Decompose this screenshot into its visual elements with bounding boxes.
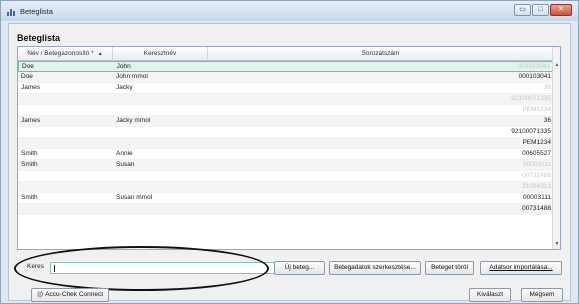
cell-serial: 000103041 <box>518 73 551 80</box>
cell-lastname: Doe <box>21 73 33 80</box>
table-body: Doe John 000103041 Doe John mmol 000103041 Jam… <box>18 61 553 249</box>
cell-lastname <box>18 138 113 149</box>
table-row[interactable]: 00731488 <box>18 204 553 215</box>
scroll-up-arrow-icon[interactable]: ▲ <box>553 61 561 70</box>
table-row[interactable]: James Jacky 36 <box>18 83 553 94</box>
cell-serial: 00003111 <box>523 161 551 168</box>
column-header-firstname[interactable]: Keresztnév <box>113 47 208 61</box>
page-title: Beteglista <box>17 33 61 43</box>
cell-serial: 31004313 <box>522 183 551 190</box>
table-row[interactable]: Smith Susan 00003111 <box>18 160 553 171</box>
cell-serial: PEM1234 <box>522 139 551 146</box>
cell-firstname <box>113 182 208 193</box>
cancel-button[interactable]: Mégsem <box>521 288 563 302</box>
delete-patient-button[interactable]: Beteget töröl <box>425 261 474 275</box>
cell-serial: PEM1234 <box>522 106 551 113</box>
column-header-label: Keresztnév <box>143 50 177 57</box>
table-row[interactable]: Smith Annie 00605527 <box>18 149 553 160</box>
cell-firstname: Jacky mmol <box>116 117 151 124</box>
patient-list-window: Beteglista ▭ □ ✕ Beteglista Név / Betega… <box>0 0 579 304</box>
table-row[interactable]: James Jacky mmol 36 <box>18 116 553 127</box>
cell-firstname: Susan mmol <box>116 194 153 201</box>
connect-icon: ⟨|⟩ <box>36 292 44 298</box>
table-row[interactable]: Smith Susan mmol 00003111 <box>18 193 553 204</box>
cell-firstname: John mmol <box>116 73 148 80</box>
import-dataset-button[interactable]: Adatsor importálása... <box>480 261 562 275</box>
edit-patient-button[interactable]: Betegadatok szerkesztése... <box>329 261 421 275</box>
column-header-name[interactable]: Név / Betegazonosító * ▲ <box>18 47 113 61</box>
cell-lastname: Smith <box>21 161 38 168</box>
cell-lastname <box>18 105 113 116</box>
text-caret <box>54 265 55 272</box>
connect-label: Accu-Chek Connect <box>45 291 104 298</box>
window-title: Beteglista <box>20 6 53 16</box>
cell-firstname <box>113 171 208 182</box>
search-label: Keres <box>27 263 44 270</box>
maximize-button[interactable]: □ <box>532 4 549 16</box>
new-patient-button[interactable]: Új beteg... <box>274 261 325 275</box>
cell-lastname <box>18 204 113 215</box>
cell-lastname <box>18 182 113 193</box>
accu-chek-connect-button[interactable]: ⟨|⟩ Accu-Chek Connect <box>31 288 109 302</box>
title-bar[interactable]: Beteglista ▭ □ ✕ <box>1 1 578 21</box>
cell-firstname <box>113 94 208 105</box>
cell-serial: 00003111 <box>523 194 551 201</box>
cell-lastname: James <box>21 117 41 124</box>
cell-lastname <box>18 94 113 105</box>
column-header-serial[interactable]: Sorozatszám <box>208 47 553 61</box>
cell-serial: 36 <box>543 84 551 91</box>
cell-firstname: Annie <box>116 150 133 157</box>
minimize-button[interactable]: ▭ <box>514 4 531 16</box>
cell-serial: 00605527 <box>522 150 551 157</box>
cell-lastname: Smith <box>21 150 38 157</box>
cell-firstname: Susan <box>116 161 135 168</box>
cell-firstname: Jacky <box>116 84 133 91</box>
vertical-scrollbar[interactable]: ▲ ▼ <box>552 47 560 249</box>
table-row[interactable]: 31004313 <box>18 182 553 193</box>
cell-serial: 36 <box>543 117 551 124</box>
table-row[interactable]: 92100071335 <box>18 94 553 105</box>
scroll-down-arrow-icon[interactable]: ▼ <box>553 240 561 249</box>
app-icon <box>7 7 16 16</box>
table-row[interactable]: Doe John 000103041 <box>18 61 553 72</box>
cell-firstname <box>113 204 208 215</box>
column-header-label: Sorozatszám <box>361 50 400 57</box>
sort-ascending-icon: ▲ <box>97 51 103 57</box>
cell-firstname <box>113 127 208 138</box>
cell-lastname: Smith <box>21 194 38 201</box>
cell-serial: 00731488 <box>522 172 551 179</box>
table-row[interactable]: PEM1234 <box>18 105 553 116</box>
cell-lastname <box>18 171 113 182</box>
close-button[interactable]: ✕ <box>550 4 572 16</box>
table-row[interactable]: 00731488 <box>18 171 553 182</box>
cell-serial: 92100071335 <box>511 128 551 135</box>
patient-table: Név / Betegazonosító * ▲ Keresztnév Soroz… <box>17 46 561 250</box>
cell-firstname <box>113 105 208 116</box>
choose-button[interactable]: Kiválaszt <box>469 288 511 302</box>
table-row[interactable]: PEM1234 <box>18 138 553 149</box>
cell-lastname <box>18 127 113 138</box>
table-row[interactable]: 92100071335 <box>18 127 553 138</box>
search-input[interactable] <box>50 262 279 274</box>
window-controls: ▭ □ ✕ <box>514 4 572 16</box>
cell-firstname <box>113 138 208 149</box>
cell-serial: 00731488 <box>522 205 551 212</box>
cell-lastname: James <box>21 84 41 91</box>
table-row[interactable]: Doe John mmol 000103041 <box>18 72 553 83</box>
cell-serial: 92100071335 <box>511 95 551 102</box>
table-header: Név / Betegazonosító * ▲ Keresztnév Soroz… <box>18 47 553 61</box>
column-header-label: Név / Betegazonosító * <box>27 50 94 57</box>
